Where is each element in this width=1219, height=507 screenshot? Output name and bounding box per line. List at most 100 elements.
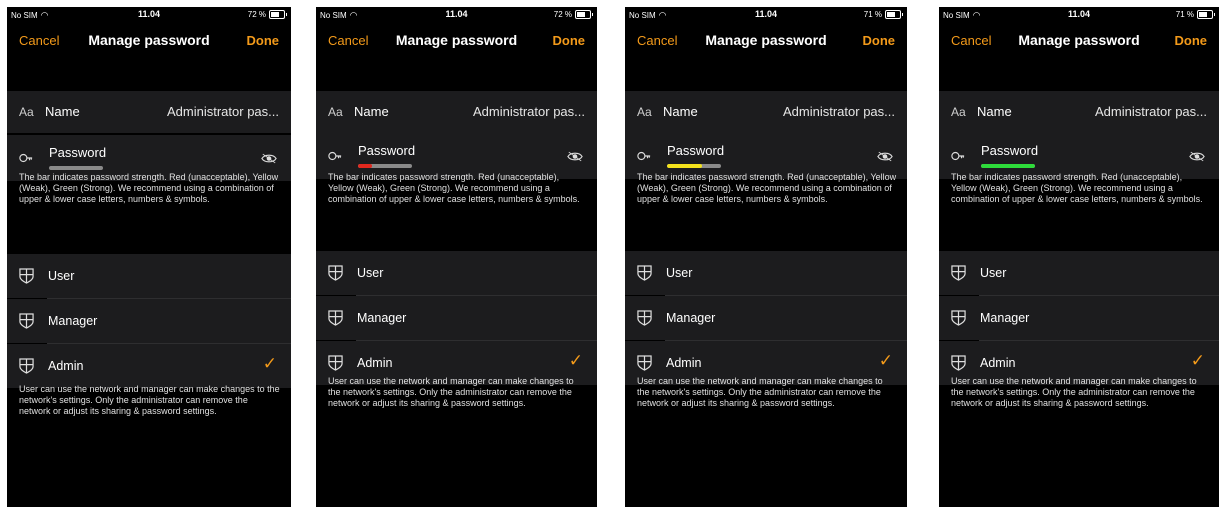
battery-percent: 71 % bbox=[1175, 10, 1194, 19]
done-button[interactable]: Done bbox=[863, 33, 896, 48]
role-label: Manager bbox=[980, 311, 1030, 325]
text-format-icon: Aa bbox=[951, 105, 966, 119]
key-icon bbox=[19, 153, 33, 163]
key-icon bbox=[951, 151, 965, 161]
name-row[interactable]: Aa Name Administrator pas... bbox=[625, 91, 907, 133]
done-button[interactable]: Done bbox=[1175, 33, 1208, 48]
eye-icon[interactable] bbox=[567, 151, 583, 162]
key-icon bbox=[637, 151, 651, 161]
role-item-user[interactable]: User bbox=[625, 251, 907, 295]
text-format-icon: Aa bbox=[19, 105, 34, 119]
role-item-user[interactable]: User bbox=[939, 251, 1219, 295]
shield-icon bbox=[637, 265, 652, 281]
status-bar: No SIM ◠ 11.04 71 % bbox=[625, 7, 907, 25]
role-item-manager[interactable]: Manager bbox=[939, 296, 1219, 340]
name-label: Name bbox=[977, 104, 1012, 119]
name-row[interactable]: Aa Name Administrator pas... bbox=[7, 91, 291, 133]
password-label: Password bbox=[49, 145, 107, 160]
name-label: Name bbox=[354, 104, 389, 119]
name-label: Name bbox=[45, 104, 80, 119]
phone-screen: No SIM ◠ 11.04 72 % Cancel Manage passwor… bbox=[316, 7, 597, 507]
role-label: User bbox=[666, 266, 693, 280]
password-strength-bar bbox=[49, 166, 103, 170]
role-description: User can use the network and manager can… bbox=[637, 376, 883, 408]
password-label: Password bbox=[358, 143, 416, 158]
eye-icon[interactable] bbox=[877, 151, 893, 162]
role-item-user[interactable]: User bbox=[7, 254, 291, 298]
name-value[interactable]: Administrator pas... bbox=[783, 104, 895, 119]
name-value[interactable]: Administrator pas... bbox=[167, 104, 279, 119]
strength-description: The bar indicates password strength. Red… bbox=[637, 172, 897, 204]
strength-description: The bar indicates password strength. Red… bbox=[19, 172, 279, 204]
checkmark-icon: ✓ bbox=[262, 354, 277, 373]
shield-icon bbox=[951, 355, 966, 371]
password-strength-bar bbox=[667, 164, 721, 168]
password-label: Password bbox=[981, 143, 1039, 158]
role-description: User can use the network and manager can… bbox=[951, 376, 1197, 408]
role-item-manager[interactable]: Manager bbox=[316, 296, 597, 340]
role-item-admin[interactable]: Admin ✓ bbox=[7, 344, 291, 388]
shield-icon bbox=[328, 265, 343, 281]
eye-icon[interactable] bbox=[261, 153, 277, 164]
name-row[interactable]: Aa Name Administrator pas... bbox=[939, 91, 1219, 133]
shield-icon bbox=[19, 358, 34, 374]
role-item-manager[interactable]: Manager bbox=[7, 299, 291, 343]
role-label: User bbox=[357, 266, 384, 280]
role-label: Admin bbox=[48, 359, 84, 373]
role-description: User can use the network and manager can… bbox=[328, 376, 574, 408]
phone-screen: No SIM ◠ 11.04 71 % Cancel Manage passwor… bbox=[625, 7, 907, 507]
navigation-bar: Cancel Manage password Done bbox=[625, 31, 907, 51]
status-bar: No SIM ◠ 11.04 72 % bbox=[7, 7, 291, 25]
battery-icon bbox=[1197, 10, 1215, 19]
role-item-manager[interactable]: Manager bbox=[625, 296, 907, 340]
done-button[interactable]: Done bbox=[553, 33, 586, 48]
shield-icon bbox=[19, 268, 34, 284]
navigation-bar: Cancel Manage password Done bbox=[316, 31, 597, 51]
phone-screen: No SIM ◠ 11.04 71 % Cancel Manage passwor… bbox=[939, 7, 1219, 507]
name-label: Name bbox=[663, 104, 698, 119]
shield-icon bbox=[637, 310, 652, 326]
key-icon bbox=[328, 151, 342, 161]
shield-icon bbox=[637, 355, 652, 371]
name-value[interactable]: Administrator pas... bbox=[1095, 104, 1207, 119]
battery-percent: 71 % bbox=[863, 10, 882, 19]
checkmark-icon: ✓ bbox=[1190, 351, 1205, 370]
password-label: Password bbox=[667, 143, 725, 158]
name-row[interactable]: Aa Name Administrator pas... bbox=[316, 91, 597, 133]
status-bar: No SIM ◠ 11.04 72 % bbox=[316, 7, 597, 25]
shield-icon bbox=[19, 313, 34, 329]
role-item-user[interactable]: User bbox=[316, 251, 597, 295]
role-label: Manager bbox=[48, 314, 98, 328]
battery-icon bbox=[885, 10, 903, 19]
role-label: User bbox=[980, 266, 1007, 280]
done-button[interactable]: Done bbox=[247, 33, 280, 48]
role-label: Manager bbox=[357, 311, 407, 325]
checkmark-icon: ✓ bbox=[878, 351, 893, 370]
password-strength-bar bbox=[358, 164, 412, 168]
shield-icon bbox=[328, 355, 343, 371]
eye-icon[interactable] bbox=[1189, 151, 1205, 162]
password-strength-fill bbox=[358, 164, 372, 168]
navigation-bar: Cancel Manage password Done bbox=[7, 31, 291, 51]
battery-percent: 72 % bbox=[553, 10, 572, 19]
text-format-icon: Aa bbox=[328, 105, 343, 119]
role-description: User can use the network and manager can… bbox=[19, 384, 280, 416]
strength-description: The bar indicates password strength. Red… bbox=[328, 172, 580, 204]
role-label: Manager bbox=[666, 311, 716, 325]
status-bar: No SIM ◠ 11.04 71 % bbox=[939, 7, 1219, 25]
role-label: Admin bbox=[666, 356, 702, 370]
battery-percent: 72 % bbox=[247, 10, 266, 19]
role-label: User bbox=[48, 269, 75, 283]
navigation-bar: Cancel Manage password Done bbox=[939, 31, 1219, 51]
checkmark-icon: ✓ bbox=[568, 351, 583, 370]
strength-description: The bar indicates password strength. Red… bbox=[951, 172, 1203, 204]
battery-icon bbox=[269, 10, 287, 19]
role-label: Admin bbox=[357, 356, 393, 370]
name-value[interactable]: Administrator pas... bbox=[473, 104, 585, 119]
password-strength-bar bbox=[981, 164, 1035, 168]
shield-icon bbox=[328, 310, 343, 326]
password-strength-fill bbox=[667, 164, 703, 168]
text-format-icon: Aa bbox=[637, 105, 652, 119]
role-label: Admin bbox=[980, 356, 1016, 370]
password-strength-fill bbox=[981, 164, 1035, 168]
